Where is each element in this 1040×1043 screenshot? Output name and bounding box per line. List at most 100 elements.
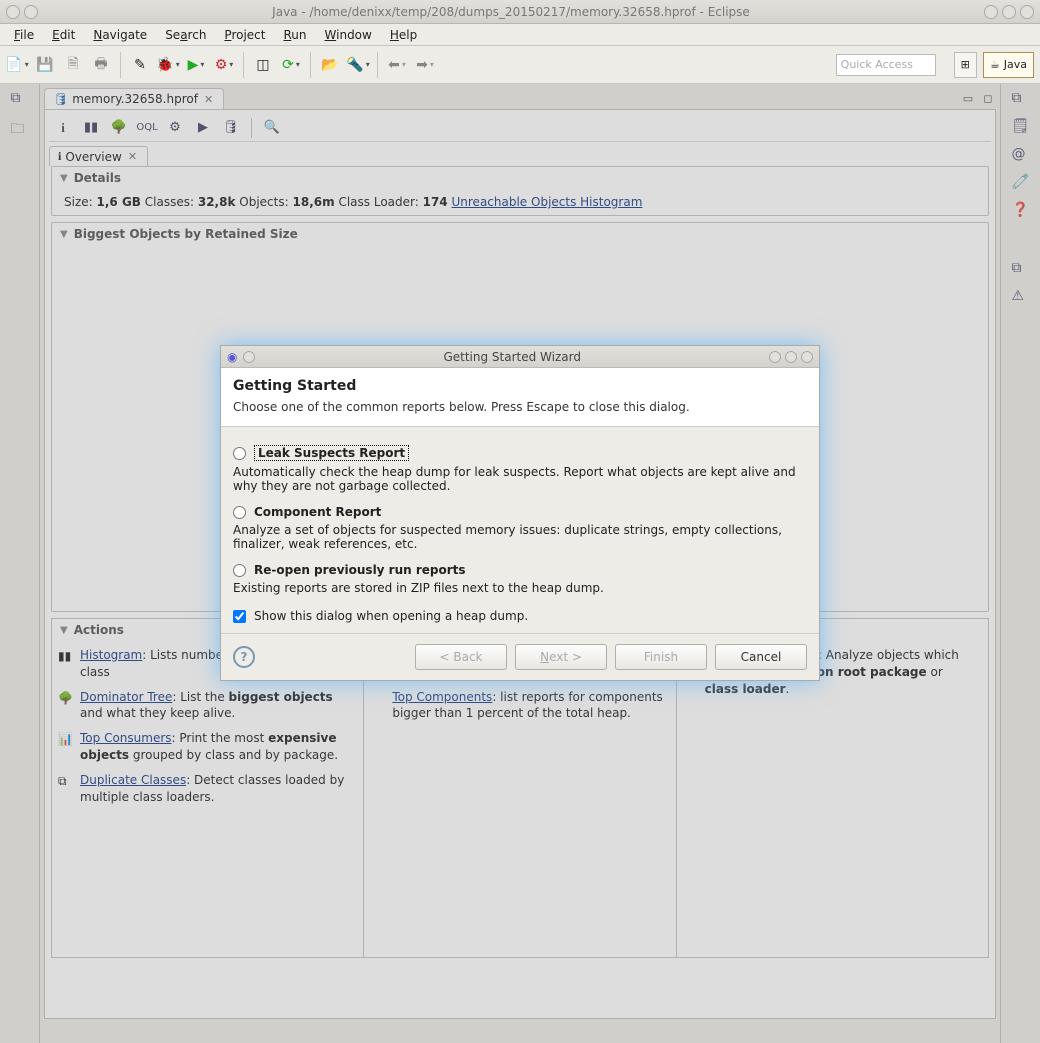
menu-edit[interactable]: Edit <box>44 26 83 44</box>
debug-button[interactable]: 🐞 <box>157 54 179 76</box>
find-icon[interactable]: 🔍 <box>262 118 282 138</box>
run-report-icon[interactable]: ▶ <box>193 118 213 138</box>
classloader-value: 174 <box>423 195 448 209</box>
dialog-subheading: Choose one of the common reports below. … <box>233 400 807 414</box>
histogram-icon[interactable]: ▮▮ <box>81 118 101 138</box>
right-view-stack: ⧉ 🗒 @ 🧷 ❓ ⧉ ⚠ <box>1000 84 1040 1043</box>
thread-icon[interactable]: ⚙ <box>165 118 185 138</box>
dialog-shade-icon[interactable] <box>243 351 255 363</box>
window-shade-icon[interactable] <box>24 5 38 19</box>
print-button[interactable]: 🖶 <box>90 54 112 76</box>
eclipse-icon: ◉ <box>227 350 237 364</box>
unreachable-histogram-link[interactable]: Unreachable Objects Histogram <box>452 195 643 209</box>
dominator-icon[interactable]: 🌳 <box>109 118 129 138</box>
nav-fwd-button[interactable]: ➡ <box>414 54 436 76</box>
section-biggest-title: Biggest Objects by Retained Size <box>74 227 298 241</box>
run-button[interactable]: ▶ <box>185 54 207 76</box>
section-details: ▼ Details Size: 1,6 GB Classes: 32,8k Ob… <box>51 166 989 216</box>
package-explorer-icon[interactable]: 🗀 <box>11 118 29 136</box>
dialog-max-icon[interactable] <box>785 351 797 363</box>
radio-reopen-reports[interactable]: Re-open previously run reports <box>233 563 807 577</box>
menu-run[interactable]: Run <box>275 26 314 44</box>
help-icon[interactable]: ? <box>233 646 255 668</box>
dialog-titlebar[interactable]: ◉ Getting Started Wizard <box>221 346 819 368</box>
outline-icon[interactable]: 🧷 <box>1012 174 1030 192</box>
close-icon[interactable] <box>1020 5 1034 19</box>
finish-button[interactable]: Finish <box>615 644 707 670</box>
cancel-button[interactable]: Cancel <box>715 644 807 670</box>
radio-input[interactable] <box>233 506 246 519</box>
save-all-button[interactable]: 🗎 <box>62 54 84 76</box>
external-button[interactable]: ⚙ <box>213 54 235 76</box>
size-label: Size: <box>64 195 93 209</box>
dialog-footer: ? < Back Next > Finish Cancel <box>221 633 819 680</box>
new-button[interactable]: 📄 <box>6 54 28 76</box>
actions-title: Actions <box>74 623 124 637</box>
menu-window[interactable]: Window <box>317 26 380 44</box>
dialog-heading: Getting Started <box>233 378 807 394</box>
menu-project[interactable]: Project <box>216 26 273 44</box>
restore-view2-icon[interactable]: ⧉ <box>1012 90 1030 108</box>
histogram-icon: ▮▮ <box>58 648 74 665</box>
query-icon[interactable]: 🛢 <box>221 118 241 138</box>
section-biggest-header[interactable]: ▼ Biggest Objects by Retained Size <box>52 223 988 245</box>
duplicate-icon: ⧉ <box>58 773 74 790</box>
open-perspective-button[interactable]: ⊞ <box>954 52 977 78</box>
new-class-button[interactable]: ⟳ <box>280 54 302 76</box>
task-list-icon[interactable]: 🗒 <box>1012 118 1030 136</box>
main-toolbar: 📄 💾 🗎 🖶 ✎ 🐞 ▶ ⚙ ◫ ⟳ 📂 🔦 ⬅ ➡ Quick Access… <box>0 46 1040 84</box>
duplicate-classes-link[interactable]: Duplicate Classes <box>80 773 186 787</box>
minimize-icon[interactable] <box>984 5 998 19</box>
dominator-tree-link[interactable]: Dominator Tree <box>80 690 172 704</box>
new-package-button[interactable]: ◫ <box>252 54 274 76</box>
overview-icon[interactable]: i <box>53 118 73 138</box>
java-perspective-button[interactable]: ☕ Java <box>983 52 1034 78</box>
radio-leak-suspects[interactable]: Leak Suspects Report <box>233 445 807 461</box>
radio-label: Re-open previously run reports <box>254 563 466 577</box>
problems-icon[interactable]: ⚠ <box>1012 288 1030 306</box>
menu-search[interactable]: Search <box>157 26 214 44</box>
java-perspective-label: Java <box>1004 58 1027 71</box>
top-components-link[interactable]: Top Components <box>392 690 492 704</box>
minimize-view-icon[interactable]: ▭ <box>960 91 976 107</box>
opt1-desc: Automatically check the heap dump for le… <box>233 465 807 493</box>
close-subtab-icon[interactable]: ✕ <box>126 150 139 163</box>
radio-input[interactable] <box>233 447 246 460</box>
oql-icon[interactable]: OQL <box>137 118 157 138</box>
open-type-button[interactable]: 📂 <box>319 54 341 76</box>
menu-navigate[interactable]: Navigate <box>85 26 155 44</box>
menu-help[interactable]: Help <box>382 26 425 44</box>
show-dialog-checkbox[interactable] <box>233 610 246 623</box>
restore-view-icon[interactable]: ⧉ <box>11 90 29 108</box>
maximize-icon[interactable] <box>1002 5 1016 19</box>
next-button[interactable]: Next > <box>515 644 607 670</box>
maximize-view-icon[interactable]: ◻ <box>980 91 996 107</box>
quick-access-input[interactable]: Quick Access <box>836 54 936 76</box>
search-button-tb[interactable]: 🔦 <box>347 54 369 76</box>
window-title: Java - /home/denixx/temp/208/dumps_20150… <box>38 5 984 19</box>
show-dialog-checkbox-row[interactable]: Show this dialog when opening a heap dum… <box>233 609 807 623</box>
size-value: 1,6 GB <box>97 195 141 209</box>
help-icon[interactable]: ❓ <box>1012 202 1030 220</box>
section-details-header[interactable]: ▼ Details <box>52 167 988 189</box>
back-button[interactable]: < Back <box>415 644 507 670</box>
save-button[interactable]: 💾 <box>34 54 56 76</box>
objects-value: 18,6m <box>293 195 335 209</box>
close-tab-icon[interactable]: ✕ <box>202 93 215 106</box>
radio-component-report[interactable]: Component Report <box>233 505 807 519</box>
menu-file[interactable]: File <box>6 26 42 44</box>
at-icon[interactable]: @ <box>1012 146 1030 164</box>
dialog-close-icon[interactable] <box>801 351 813 363</box>
histogram-link[interactable]: Histogram <box>80 648 142 662</box>
wand-button[interactable]: ✎ <box>129 54 151 76</box>
left-view-stack: ⧉ 🗀 <box>0 84 40 1043</box>
top-consumers-link[interactable]: Top Consumers <box>80 731 172 745</box>
radio-input[interactable] <box>233 564 246 577</box>
window-menu-icon[interactable] <box>6 5 20 19</box>
nav-back-button[interactable]: ⬅ <box>386 54 408 76</box>
dialog-min-icon[interactable] <box>769 351 781 363</box>
restore-view3-icon[interactable]: ⧉ <box>1012 260 1030 278</box>
dominator-icon: 🌳 <box>58 690 74 707</box>
editor-tab-hprof[interactable]: 🛢 memory.32658.hprof ✕ <box>44 88 224 109</box>
subtab-overview[interactable]: i Overview ✕ <box>49 146 148 166</box>
